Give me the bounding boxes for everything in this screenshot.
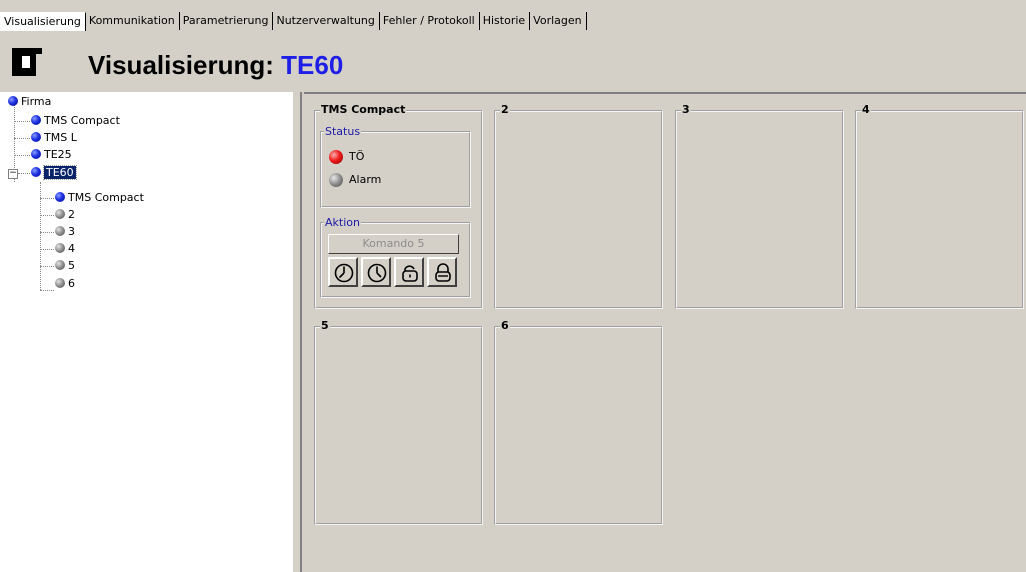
panel-title: 4 <box>861 103 871 117</box>
tree-connector <box>14 155 30 156</box>
page-title-prefix: Visualisierung: <box>88 50 282 80</box>
gray-dot-icon <box>55 209 65 219</box>
panel-title: 5 <box>320 319 330 333</box>
tree-connector <box>40 232 54 233</box>
tab-nutzerverwaltung[interactable]: Nutzerverwaltung <box>273 12 380 30</box>
command-button[interactable]: Komando 5 <box>328 234 459 254</box>
blue-dot-icon <box>8 96 18 106</box>
tree-child-tms-compact[interactable]: TMS Compact <box>55 190 144 206</box>
blue-dot-icon <box>31 167 41 177</box>
tree-connector <box>40 198 54 199</box>
device-panel-4: 4 <box>855 103 1024 309</box>
tree-item-label: 5 <box>68 259 75 272</box>
panel-title: 6 <box>500 319 510 333</box>
lock-icon <box>435 263 451 282</box>
blue-dot-icon <box>31 149 41 159</box>
gray-dot-icon <box>55 260 65 270</box>
clock-button[interactable] <box>361 257 391 287</box>
tab-parametrierung[interactable]: Parametrierung <box>180 12 274 30</box>
unlock-icon <box>402 265 418 282</box>
status-group-title: Status <box>324 125 362 139</box>
panel-title: 3 <box>681 103 691 117</box>
blue-dot-icon <box>31 115 41 125</box>
tab-historie[interactable]: Historie <box>480 12 531 30</box>
page-title-value: TE60 <box>281 50 344 80</box>
tree-child-6[interactable]: 6 <box>55 276 75 292</box>
clock-icon <box>367 263 387 283</box>
device-panel-2: 2 <box>494 103 663 309</box>
tree-item-tms-l[interactable]: TMS L <box>31 130 77 146</box>
tree-connector <box>40 215 54 216</box>
blue-dot-icon <box>55 192 65 202</box>
status-group: Status <box>320 125 471 208</box>
device-panel-3: 3 <box>675 103 844 309</box>
tree-item-label: TE25 <box>44 148 72 161</box>
device-panel-5: 5 <box>314 319 483 525</box>
status-led-gray-icon <box>329 173 343 187</box>
app-logo <box>12 48 42 76</box>
tree-item-label: 2 <box>68 208 75 221</box>
tree-item-label: TMS L <box>44 131 77 144</box>
action-group-title: Aktion <box>324 216 361 230</box>
tab-visualisierung[interactable]: Visualisierung <box>0 12 86 31</box>
tree-collapse-icon[interactable]: − <box>8 169 18 179</box>
tree-item-te60[interactable]: TE60 <box>31 165 77 181</box>
page-title: Visualisierung: TE60 <box>88 50 343 81</box>
tree-item-te25[interactable]: TE25 <box>31 147 72 163</box>
lock-button[interactable] <box>427 257 457 287</box>
panel-splitter[interactable] <box>292 92 302 572</box>
tab-fehler-protokoll[interactable]: Fehler / Protokoll <box>380 12 480 30</box>
divider <box>304 92 1026 94</box>
tree-item-label: TE60 <box>43 165 77 180</box>
page-header: Visualisierung: TE60 <box>0 32 1026 92</box>
tree-item-firma[interactable]: Firma <box>8 94 51 110</box>
tree-connector <box>40 249 54 250</box>
clock-start-icon <box>334 263 354 283</box>
tree-connector <box>40 266 54 267</box>
tab-kommunikation[interactable]: Kommunikation <box>86 12 180 30</box>
tree-item-label: TMS Compact <box>68 191 144 204</box>
tree-item-label: 4 <box>68 242 75 255</box>
unlock-button[interactable] <box>394 257 424 287</box>
tree-connector <box>14 138 30 139</box>
tab-vorlagen[interactable]: Vorlagen <box>530 12 587 30</box>
tree-child-2[interactable]: 2 <box>55 207 75 223</box>
tree-child-3[interactable]: 3 <box>55 224 75 240</box>
clock-start-button[interactable] <box>328 257 358 287</box>
device-panel-6: 6 <box>494 319 663 525</box>
tree-item-tms-compact[interactable]: TMS Compact <box>31 113 120 129</box>
tree-item-label: TMS Compact <box>44 114 120 127</box>
status-led-red-icon <box>329 150 343 164</box>
tab-bar: Visualisierung Kommunikation Parametrier… <box>0 0 1026 33</box>
device-tree: − Firma TMS Compact TMS L TE25 TE60 TMS … <box>0 92 292 572</box>
tree-connector <box>14 121 30 122</box>
status-label-to: TÖ <box>349 150 365 163</box>
tree-item-label: Firma <box>21 95 52 108</box>
status-label-alarm: Alarm <box>349 173 382 186</box>
tabs: Visualisierung Kommunikation Parametrier… <box>0 12 587 32</box>
tree-item-label: 6 <box>68 277 75 290</box>
tree-child-5[interactable]: 5 <box>55 258 75 274</box>
panel-title: 2 <box>500 103 510 117</box>
blue-dot-icon <box>31 132 41 142</box>
tree-item-label: 3 <box>68 225 75 238</box>
gray-dot-icon <box>55 226 65 236</box>
gray-dot-icon <box>55 243 65 253</box>
tree-child-4[interactable]: 4 <box>55 241 75 257</box>
panel-title: TMS Compact <box>320 103 407 117</box>
tree-connector <box>40 290 54 291</box>
gray-dot-icon <box>55 278 65 288</box>
tree-connector <box>18 173 30 174</box>
